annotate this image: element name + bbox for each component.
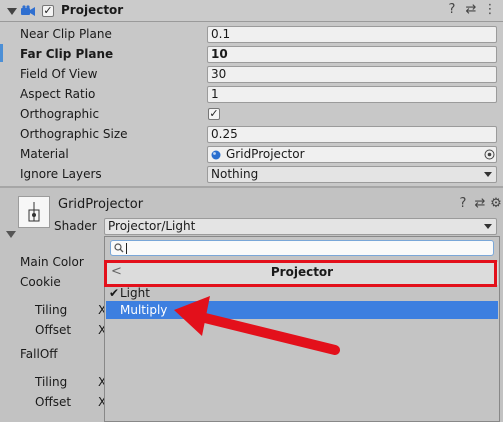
help-icon[interactable]: ? bbox=[445, 3, 459, 17]
material-preview-thumbnail bbox=[18, 196, 50, 228]
annotation-highlight-box bbox=[104, 260, 497, 287]
ignore-layers-dropdown[interactable]: Nothing bbox=[207, 166, 497, 183]
text-caret bbox=[126, 243, 127, 254]
component-title: Projector bbox=[61, 3, 124, 17]
falloff-tiling-label: Tiling bbox=[35, 375, 68, 389]
ignore-layers-label: Ignore Layers bbox=[20, 167, 102, 181]
search-icon bbox=[114, 243, 124, 253]
material-help-icon[interactable]: ? bbox=[456, 197, 470, 211]
material-presets-icon[interactable]: ⇄ bbox=[473, 197, 487, 211]
material-settings-icon[interactable]: ⚙ bbox=[489, 197, 503, 211]
orthographic-label: Orthographic bbox=[20, 107, 100, 121]
material-name: GridProjector bbox=[58, 197, 144, 212]
modified-indicator bbox=[0, 44, 3, 62]
orthographic-size-field[interactable]: 0.25 bbox=[207, 126, 497, 143]
component-enabled-checkbox[interactable]: ✓ bbox=[42, 5, 54, 17]
far-clip-plane-field[interactable]: 10 bbox=[207, 46, 497, 63]
material-foldout-icon[interactable] bbox=[6, 231, 16, 238]
foldout-arrow-icon[interactable] bbox=[7, 8, 17, 15]
shader-label: Shader bbox=[54, 219, 97, 233]
kebab-menu-icon[interactable]: ⋮ bbox=[483, 3, 497, 17]
annotation-arrow-icon bbox=[174, 296, 340, 355]
chevron-down-icon bbox=[484, 224, 492, 229]
cookie-label: Cookie bbox=[20, 275, 61, 289]
shader-value: Projector/Light bbox=[108, 219, 196, 233]
ignore-layers-value: Nothing bbox=[211, 167, 259, 181]
near-clip-plane-field[interactable]: 0.1 bbox=[207, 26, 497, 43]
cookie-tiling-label: Tiling bbox=[35, 303, 68, 317]
falloff-label: FallOff bbox=[20, 347, 58, 361]
object-picker-icon[interactable] bbox=[484, 149, 495, 160]
orthographic-size-label: Orthographic Size bbox=[20, 127, 128, 141]
shader-option-label: Light bbox=[120, 286, 150, 300]
checkmark-icon: ✔ bbox=[109, 286, 120, 300]
near-clip-plane-label: Near Clip Plane bbox=[20, 27, 112, 41]
falloff-offset-label: Offset bbox=[35, 395, 72, 409]
material-object-field[interactable]: GridProjector bbox=[207, 146, 497, 163]
field-of-view-label: Field Of View bbox=[20, 67, 98, 81]
chevron-down-icon bbox=[484, 172, 492, 177]
aspect-ratio-label: Aspect Ratio bbox=[20, 87, 96, 101]
shader-search-input[interactable] bbox=[110, 240, 494, 256]
shader-preview-icon bbox=[28, 202, 40, 222]
shader-dropdown[interactable]: Projector/Light bbox=[104, 218, 497, 235]
projector-icon bbox=[21, 5, 35, 16]
material-value: GridProjector bbox=[226, 147, 305, 161]
orthographic-checkbox[interactable]: ✓ bbox=[208, 108, 220, 120]
field-of-view-field[interactable]: 30 bbox=[207, 66, 497, 83]
material-sphere-icon bbox=[211, 150, 221, 160]
material-label: Material bbox=[20, 147, 69, 161]
main-color-label: Main Color bbox=[20, 255, 84, 269]
far-clip-plane-label: Far Clip Plane bbox=[20, 47, 114, 61]
aspect-ratio-field[interactable]: 1 bbox=[207, 86, 497, 103]
presets-icon[interactable]: ⇄ bbox=[464, 3, 478, 17]
cookie-offset-label: Offset bbox=[35, 323, 72, 337]
